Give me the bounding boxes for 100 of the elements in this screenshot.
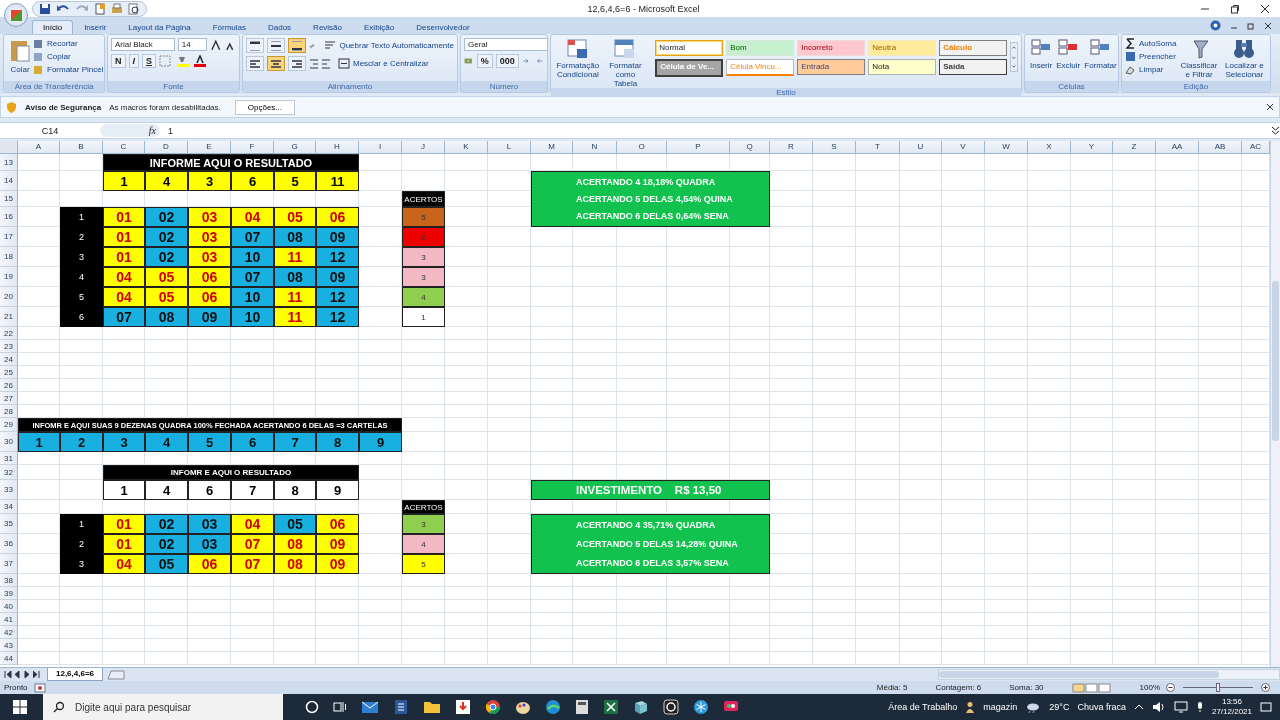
cell-style[interactable]: Neutra — [868, 40, 937, 56]
notification-icon[interactable] — [1260, 701, 1272, 713]
row-header[interactable]: 22 — [0, 327, 18, 340]
ribbon-tab[interactable]: Dados — [257, 20, 303, 34]
printer-icon[interactable] — [111, 2, 123, 15]
editing-button[interactable]: Localizar e Selecionar — [1221, 38, 1267, 79]
row-header[interactable]: 34 — [0, 500, 18, 514]
row-header[interactable]: 37 — [0, 554, 18, 574]
column-header[interactable]: Y — [1071, 141, 1113, 154]
search-field[interactable]: Digite aqui para pesquisar — [43, 694, 283, 720]
merge-button[interactable]: Mesclar e Centralizar — [338, 58, 429, 69]
row-header[interactable]: 21 — [0, 307, 18, 327]
clock-time[interactable]: 13:56 — [1221, 697, 1242, 707]
ribbon-tab[interactable]: Layout da Página — [117, 20, 202, 34]
office-button[interactable] — [4, 3, 28, 27]
column-header[interactable]: B — [60, 141, 103, 154]
microphone-icon[interactable] — [1195, 701, 1204, 713]
column-header[interactable]: A — [18, 141, 60, 154]
align-button[interactable] — [246, 56, 264, 71]
temperature-text[interactable]: 29°C — [1049, 702, 1070, 712]
column-header[interactable]: J — [402, 141, 445, 154]
number-format-button[interactable]: % — [476, 54, 493, 68]
column-header[interactable]: AC — [1242, 141, 1270, 154]
row-header[interactable]: 36 — [0, 534, 18, 554]
row-header[interactable]: 17 — [0, 227, 18, 247]
weather-text[interactable]: Chuva fraca — [1077, 702, 1126, 712]
row-header[interactable]: 27 — [0, 392, 18, 405]
sheet-tab[interactable]: 12,6,4,6=6 — [47, 668, 104, 681]
ribbon-tab[interactable]: Início — [32, 20, 74, 34]
fill-color-icon[interactable] — [176, 55, 191, 67]
expand-icon[interactable] — [1271, 125, 1280, 136]
cell-style[interactable]: Nota — [868, 59, 937, 75]
column-header[interactable]: U — [900, 141, 942, 154]
ribbon-tab[interactable]: Inserir — [73, 20, 118, 34]
name-box[interactable]: C14 — [0, 125, 100, 136]
cells-button[interactable]: Excluir — [1054, 38, 1083, 70]
formula-field[interactable]: 1 — [160, 125, 1271, 136]
save-icon[interactable] — [39, 2, 51, 15]
ribbon-tab[interactable]: Exibição — [353, 20, 406, 34]
cells-button[interactable]: Inserir — [1028, 38, 1055, 70]
ribbon-tab[interactable]: Desenvolvedor — [405, 20, 481, 34]
download-icon[interactable] — [455, 699, 471, 715]
close-icon[interactable] — [1264, 21, 1272, 30]
row-header[interactable]: 32 — [0, 465, 18, 480]
sheet-navigation-icon[interactable] — [3, 670, 43, 679]
document-icon[interactable] — [393, 699, 409, 715]
editing-button[interactable]: AutoSoma — [1125, 38, 1177, 49]
row-header[interactable]: 13 — [0, 154, 18, 171]
clipboard-button[interactable]: Formatar Pincel — [33, 64, 104, 75]
chevron-up-icon[interactable] — [1133, 703, 1144, 711]
row-header[interactable]: 40 — [0, 600, 18, 613]
align-button[interactable] — [267, 56, 285, 71]
column-header[interactable]: L — [488, 141, 531, 154]
column-header[interactable]: E — [188, 141, 231, 154]
cell-style[interactable]: Bom — [726, 40, 795, 56]
column-header[interactable]: Z — [1113, 141, 1156, 154]
column-header[interactable]: AB — [1199, 141, 1242, 154]
cells-button[interactable]: Formatar — [1082, 38, 1119, 70]
align-button[interactable] — [288, 56, 306, 71]
column-header[interactable]: H — [316, 141, 359, 154]
editing-button[interactable]: Limpar — [1125, 64, 1177, 75]
row-header[interactable]: 33 — [0, 480, 18, 500]
styles-button[interactable]: Formatação Condicional — [554, 38, 602, 79]
insert-function-button[interactable]: fx — [148, 125, 156, 136]
format-button[interactable]: S — [142, 54, 157, 68]
font-dropdown[interactable]: Arial Black — [111, 38, 175, 51]
envelope-icon[interactable] — [361, 700, 379, 714]
column-header[interactable]: X — [1028, 141, 1071, 154]
row-header[interactable]: 15 — [0, 191, 18, 207]
row-header[interactable]: 16 — [0, 207, 18, 227]
circle-icon[interactable] — [305, 700, 319, 714]
slider-thumb[interactable] — [1216, 683, 1220, 692]
column-header[interactable]: S — [813, 141, 856, 154]
column-header[interactable]: V — [942, 141, 985, 154]
number-format-dropdown[interactable]: Geral — [464, 38, 548, 51]
spreadsheet-icon[interactable] — [603, 699, 619, 715]
column-header[interactable]: G — [274, 141, 316, 154]
row-header[interactable]: 39 — [0, 587, 18, 600]
camera-icon[interactable] — [663, 699, 679, 715]
options-button[interactable]: Opções... — [234, 99, 296, 115]
column-header[interactable]: D — [145, 141, 188, 154]
row-header[interactable]: 14 — [0, 171, 18, 191]
cell-style[interactable]: Incorreto — [797, 40, 866, 56]
column-header[interactable]: T — [856, 141, 900, 154]
horizontal-scrollbar[interactable] — [938, 669, 1280, 680]
column-header[interactable]: R — [770, 141, 813, 154]
globe-icon[interactable] — [545, 699, 561, 715]
row-header[interactable]: 44 — [0, 652, 18, 665]
row-header[interactable]: 38 — [0, 574, 18, 587]
windows-icon[interactable] — [13, 700, 27, 714]
font-size-dropdown[interactable]: 14 — [177, 38, 207, 51]
paint-icon[interactable] — [515, 699, 531, 715]
task-view-icon[interactable] — [333, 700, 347, 714]
styles-button[interactable]: Formatar como Tabela — [601, 38, 650, 88]
column-header[interactable]: W — [985, 141, 1028, 154]
folder-icon[interactable] — [423, 700, 441, 714]
row-header[interactable]: 23 — [0, 340, 18, 353]
column-header[interactable]: C — [103, 141, 145, 154]
editing-button[interactable]: Preencher — [1125, 51, 1177, 62]
row-header[interactable]: 42 — [0, 626, 18, 639]
